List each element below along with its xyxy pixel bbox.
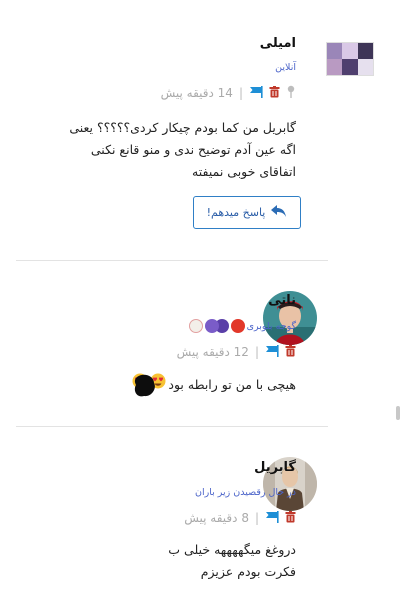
comment-3: گابریل در حال رقصیدن زیر باران | 8 دقیقه… bbox=[0, 427, 400, 595]
timestamp: 14 دقیقه پیش bbox=[160, 86, 233, 100]
author-status: در حال رقصیدن زیر باران bbox=[195, 487, 296, 498]
author-name[interactable]: امیلی bbox=[260, 36, 296, 51]
trash-icon[interactable] bbox=[269, 85, 280, 101]
scrollbar-thumb[interactable] bbox=[396, 406, 400, 420]
redaction-scribble bbox=[132, 373, 158, 403]
comment-1: امیلی آنلاین | 14 دقیقه پیش گابریل من کم… bbox=[0, 0, 400, 260]
comment-meta: | 8 دقیقه پیش bbox=[184, 509, 296, 527]
pin-icon[interactable] bbox=[286, 85, 296, 102]
author-name[interactable]: گابریل bbox=[254, 460, 296, 475]
flag-icon[interactable] bbox=[265, 344, 279, 360]
trash-icon[interactable] bbox=[285, 510, 296, 526]
clown-icon bbox=[188, 319, 203, 333]
meta-separator: | bbox=[254, 345, 259, 359]
flag-icon[interactable] bbox=[265, 510, 279, 526]
meta-separator: | bbox=[238, 86, 243, 100]
tomato-icon bbox=[230, 319, 245, 333]
reply-label: پاسخ میدهم! bbox=[206, 206, 266, 219]
comment-text: گابریل من کما بودم چیکار کردی؟؟؟؟؟ یعنی … bbox=[69, 120, 296, 179]
flag-icon[interactable] bbox=[249, 85, 263, 101]
author-status-row: گوجه بلوبری bbox=[188, 319, 296, 333]
reply-icon bbox=[271, 204, 287, 221]
comment-meta: | 14 دقیقه پیش bbox=[161, 84, 296, 102]
avatar[interactable] bbox=[326, 42, 374, 76]
timestamp: 8 دقیقه پیش bbox=[184, 511, 249, 525]
comment-text: هیچی با من تو رابطه بود bbox=[168, 376, 296, 392]
reply-button[interactable]: پاسخ میدهم! bbox=[193, 196, 301, 229]
blueberry-icon bbox=[204, 319, 219, 333]
comment-meta: | 12 دقیقه پیش bbox=[177, 343, 296, 361]
comment-2: ناتی گوجه بلوبری | 12 دقیقه پیش هیچی با … bbox=[0, 261, 400, 426]
author-status: گوجه بلوبری bbox=[246, 320, 296, 332]
author-status: آنلاین bbox=[275, 62, 296, 73]
meta-separator: | bbox=[254, 511, 259, 525]
comment-text: دروغغ میگههههه خیلی ب فکرت بودم عزیزم bbox=[168, 542, 296, 579]
author-name[interactable]: ناتی bbox=[268, 293, 296, 308]
trash-icon[interactable] bbox=[285, 344, 296, 360]
timestamp: 12 دقیقه پیش bbox=[176, 345, 249, 359]
